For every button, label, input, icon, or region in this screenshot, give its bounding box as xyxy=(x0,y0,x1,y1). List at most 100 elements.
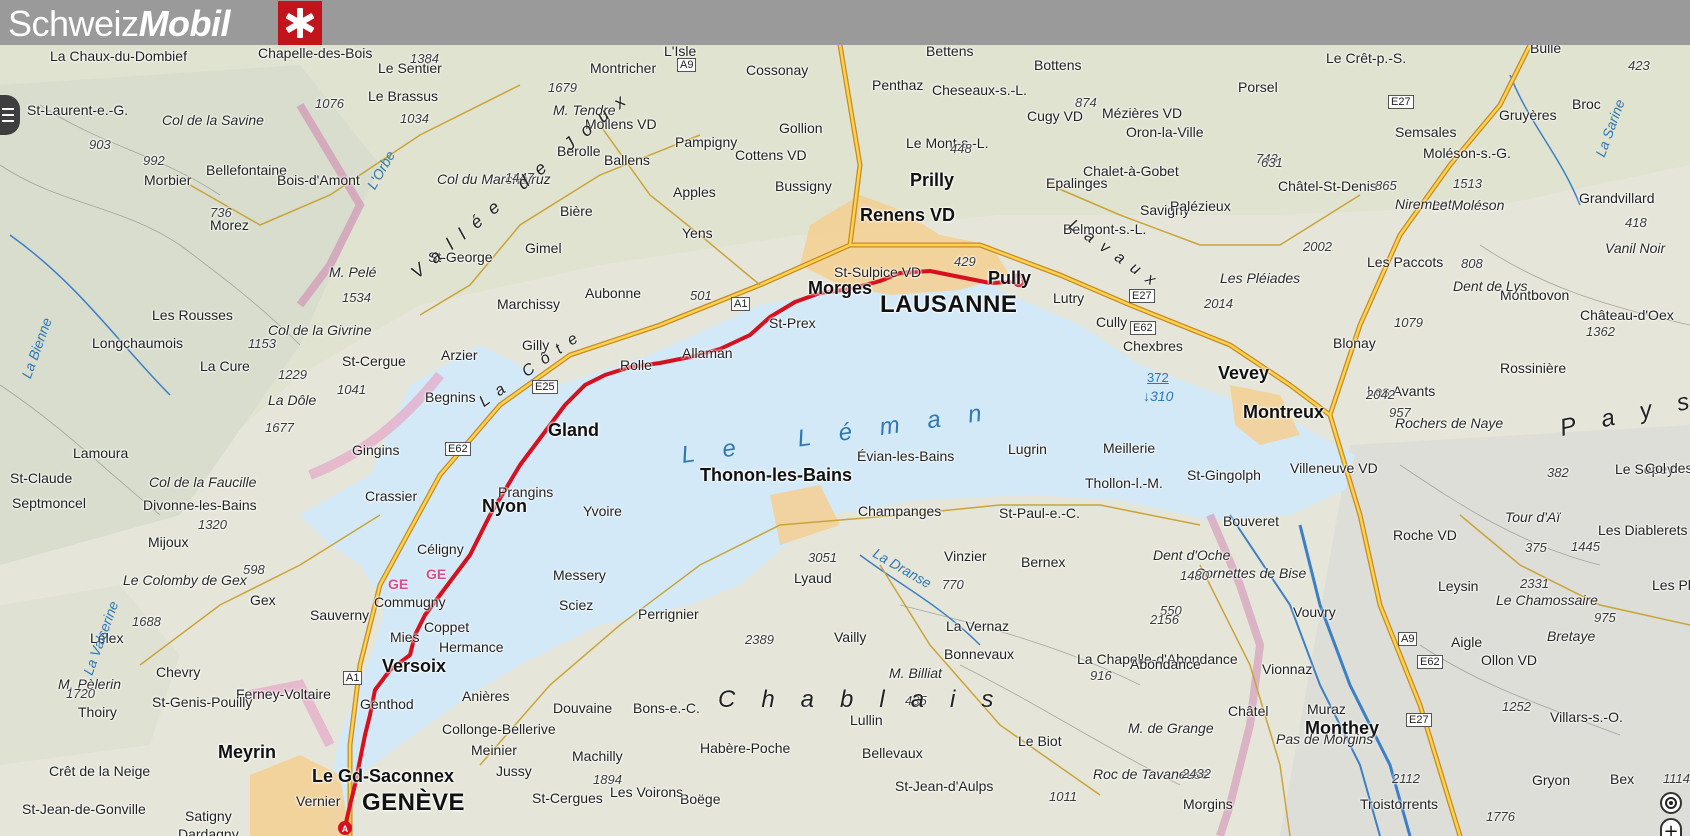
town-label: Gryon xyxy=(1532,772,1571,788)
town-label: Bussigny xyxy=(775,178,832,194)
elevation-label: 1720 xyxy=(66,686,95,701)
elevation-label: 1894 xyxy=(593,772,622,787)
town-label: Septmoncel xyxy=(12,495,86,511)
town-label: Anières xyxy=(462,688,510,704)
elevation-label: 423 xyxy=(1628,58,1650,73)
elevation-label: 382 xyxy=(1547,465,1569,480)
town-label: Roche VD xyxy=(1393,527,1457,543)
town-label: Cully xyxy=(1096,314,1128,330)
peak-label: Dent d'Oche xyxy=(1153,547,1231,563)
town-label: Abondance xyxy=(1130,656,1201,672)
town-label: St-Cergue xyxy=(342,353,406,369)
town-label: Le Mont-s.-L. xyxy=(906,135,989,151)
city-label: Le Gd-Saconnex xyxy=(312,766,455,786)
elevation-label: 903 xyxy=(89,137,111,152)
app-header: SchweizMobil xyxy=(0,0,1690,45)
elevation-label: 1011 xyxy=(1049,789,1077,804)
elevation-label: 2331 xyxy=(1520,576,1549,591)
elevation-label: 2002 xyxy=(1303,239,1332,254)
brand-logo-text[interactable]: SchweizMobil xyxy=(8,2,231,46)
peak-label: Cornettes de Bise xyxy=(1195,565,1307,581)
town-label: Bonnevaux xyxy=(944,646,1015,662)
town-label: Douvaine xyxy=(553,700,613,716)
location-target-icon[interactable] xyxy=(1660,792,1682,814)
town-label: Genthod xyxy=(360,696,414,712)
town-label: Bex xyxy=(1610,771,1635,787)
town-label: Vionnaz xyxy=(1262,661,1313,677)
town-label: Col des Mosses xyxy=(1645,460,1690,476)
lake-elevation-label: 372 xyxy=(1147,370,1169,385)
town-label: Lyaud xyxy=(794,570,832,586)
brand-regular: Schweiz xyxy=(8,3,139,44)
town-label: Les Diablerets xyxy=(1598,522,1688,538)
elevation-label: 1677 xyxy=(265,420,294,435)
elevation-label: 1034 xyxy=(400,111,429,126)
town-label: Mies xyxy=(390,629,420,645)
elevation-label: 501 xyxy=(690,288,712,303)
town-label: Semsales xyxy=(1395,124,1457,140)
town-label: St-Claude xyxy=(10,470,73,486)
town-label: Bettens xyxy=(926,45,974,59)
town-label: Muraz xyxy=(1307,701,1346,717)
city-label: GENÈVE xyxy=(362,789,466,816)
city-label: Versoix xyxy=(382,656,447,676)
road-shield-label: A1 xyxy=(343,671,363,685)
road-shield-label: E62 xyxy=(1417,655,1443,669)
town-label: Bons-e.-C. xyxy=(633,700,700,716)
town-label: Ollon VD xyxy=(1481,652,1538,668)
town-label: Bellefontaine xyxy=(206,162,287,178)
city-label: Vevey xyxy=(1218,363,1270,383)
town-label: St-Jean-de-Gonville xyxy=(22,801,146,817)
town-label: Mézières VD xyxy=(1102,105,1183,121)
town-label: Bière xyxy=(560,203,593,219)
town-label: Villars-s.-O. xyxy=(1550,709,1623,725)
zoom-in-button[interactable]: + xyxy=(1662,820,1680,836)
town-label: Divonne-les-Bains xyxy=(143,497,257,513)
town-label: Yens xyxy=(682,225,713,241)
road-shield-label: E62 xyxy=(1130,321,1156,335)
elevation-label: 2156 xyxy=(1150,612,1179,627)
peak-label: M. Billiat xyxy=(889,665,942,681)
town-label: L'Isle xyxy=(664,45,697,59)
town-label: Les Rousses xyxy=(152,307,233,323)
road-shield-label: A9 xyxy=(677,58,697,72)
elevation-label: 1252 xyxy=(1502,699,1531,714)
peak-label: Pas de Morgins xyxy=(1276,731,1374,747)
town-label: Aubonne xyxy=(585,285,642,301)
town-label: Perrignier xyxy=(638,606,699,622)
town-label: Satigny xyxy=(185,808,232,824)
town-label: St-Prex xyxy=(769,315,816,331)
town-label: Longchaumois xyxy=(92,335,184,351)
town-label: St-Cergues xyxy=(532,790,603,806)
town-label: Vinzier xyxy=(944,548,987,564)
town-label: Lamoura xyxy=(73,445,129,461)
map-view[interactable]: A B LAUSANNE GENÈVE Renens VD Prilly Pully Mo… xyxy=(0,45,1690,836)
town-label: Broc xyxy=(1572,96,1601,112)
peak-label: Bretaye xyxy=(1547,628,1596,644)
elevation-label: 1362 xyxy=(1586,324,1615,339)
peak-label: M. de Grange xyxy=(1128,720,1214,736)
town-label: St-Jean-d'Aulps xyxy=(895,778,994,794)
elevation-label: 1229 xyxy=(278,367,307,382)
city-label: Montreux xyxy=(1243,402,1324,422)
peak-label: Vanil Noir xyxy=(1605,240,1666,256)
elevation-label: 736 xyxy=(210,205,232,220)
town-label: Gimel xyxy=(525,240,562,256)
swiss-asterisk-icon[interactable] xyxy=(278,1,322,45)
town-label: La Vernaz xyxy=(946,618,1010,634)
city-label: Pully xyxy=(988,268,1032,288)
town-label: Montricher xyxy=(590,60,657,76)
town-label: Sauverny xyxy=(310,607,370,623)
town-label: Vernier xyxy=(296,793,341,809)
elevation-label: 992 xyxy=(143,153,165,168)
town-label: Bottens xyxy=(1034,57,1082,73)
town-label: Cheseaux-s.-L. xyxy=(932,82,1027,98)
town-label: Chevry xyxy=(156,664,201,680)
elevation-label: 770 xyxy=(942,577,964,592)
town-label: Le Crêt-p.-S. xyxy=(1326,50,1407,66)
town-label: Gollion xyxy=(779,120,823,136)
elevation-label: 1688 xyxy=(132,614,161,629)
road-shield-label: E27 xyxy=(1388,95,1414,109)
hamburger-menu-icon[interactable] xyxy=(0,95,20,135)
town-label: Prangins xyxy=(498,484,554,500)
